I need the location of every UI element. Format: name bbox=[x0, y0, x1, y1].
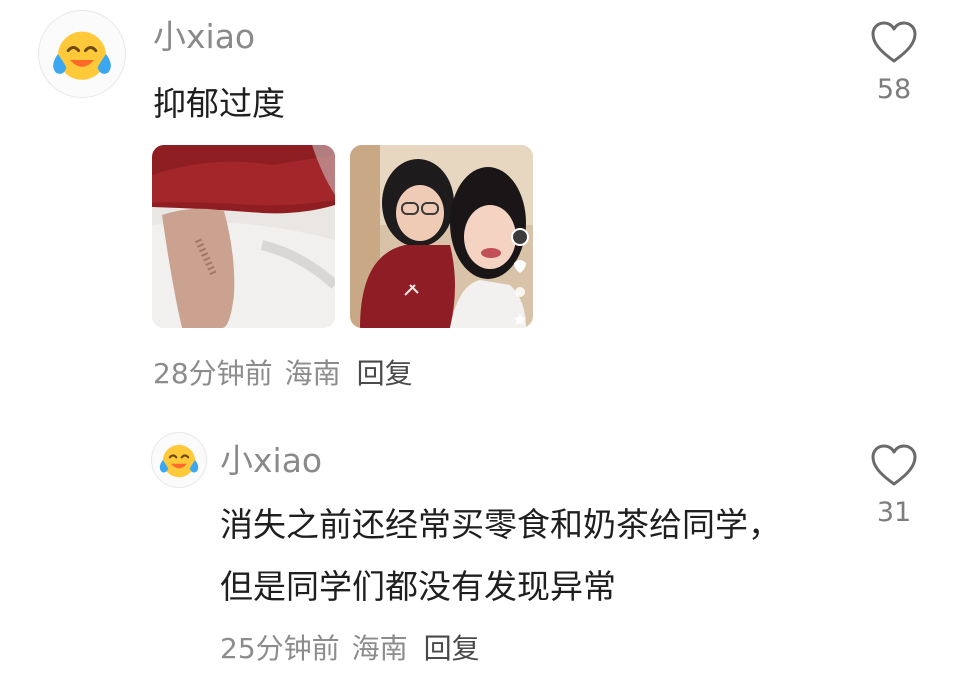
like-count: 31 bbox=[876, 497, 912, 528]
like-button[interactable]: 58 bbox=[864, 20, 924, 105]
username[interactable]: 小xiao bbox=[153, 20, 255, 53]
crying-laughing-emoji-icon bbox=[53, 31, 111, 80]
comment-meta: 25分钟前 海南 回复 bbox=[220, 635, 480, 663]
like-button[interactable]: 31 bbox=[864, 443, 924, 528]
location: 海南 bbox=[351, 632, 408, 665]
timestamp: 28分钟前 bbox=[153, 357, 273, 390]
comment-text: 抑郁过度 bbox=[153, 84, 285, 123]
heart-outline-icon bbox=[871, 21, 917, 63]
like-count: 58 bbox=[876, 74, 912, 105]
crying-laughing-emoji-icon bbox=[159, 444, 199, 478]
comment-thread: 小xiao 抑郁过度 28分钟前 海南 回复 58 小xiao 消失之前还经常买… bbox=[0, 0, 960, 691]
location: 海南 bbox=[284, 357, 341, 390]
two-girls-selfie-image[interactable] bbox=[350, 145, 533, 328]
arm-photo-image[interactable] bbox=[152, 145, 335, 328]
username[interactable]: 小xiao bbox=[220, 444, 322, 477]
comment-text: 消失之前还经常买零食和奶茶给同学，但是同学们都没有发现异常 bbox=[220, 505, 781, 606]
comment-meta: 28分钟前 海南 回复 bbox=[153, 360, 413, 388]
reply-button[interactable]: 回复 bbox=[357, 360, 413, 388]
timestamp: 25分钟前 bbox=[220, 632, 340, 665]
avatar[interactable] bbox=[38, 10, 126, 98]
avatar[interactable] bbox=[151, 432, 207, 488]
heart-outline-icon bbox=[871, 444, 917, 486]
reply-button[interactable]: 回复 bbox=[424, 635, 480, 663]
